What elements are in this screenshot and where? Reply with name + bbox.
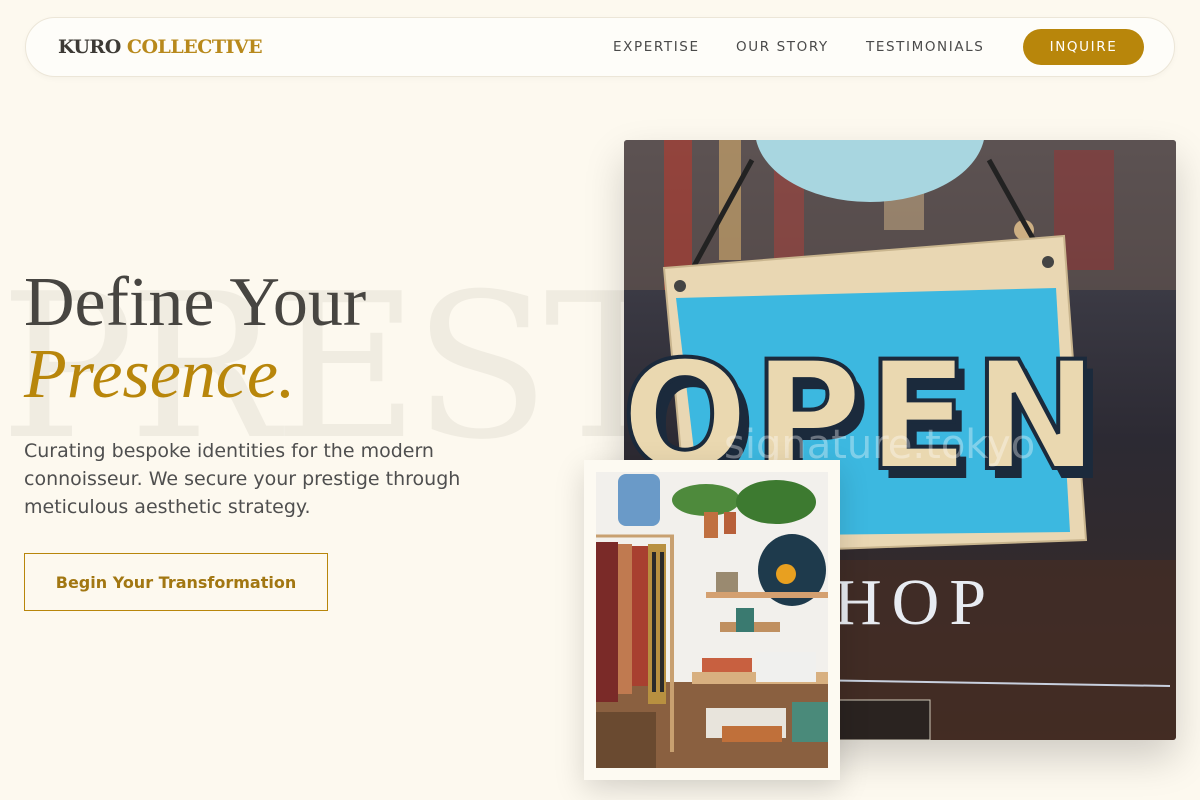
window-lettering-text: HOP	[834, 566, 996, 639]
hero-title-line1: Define Your	[24, 264, 367, 341]
boutique-photo-frame	[584, 460, 840, 780]
inquire-button[interactable]: INQUIRE	[1023, 29, 1144, 65]
top-navigation-bar: KURO COLLECTIVE EXPERTISE OUR STORY TEST…	[25, 17, 1175, 77]
begin-transformation-button[interactable]: Begin Your Transformation	[24, 553, 328, 611]
nav-link-expertise[interactable]: EXPERTISE	[613, 39, 700, 55]
brand-logo[interactable]: KURO COLLECTIVE	[58, 36, 263, 58]
boutique-interior-photo	[596, 472, 828, 768]
nav-link-testimonials[interactable]: TESTIMONIALS	[866, 39, 984, 55]
nav-link-our-story[interactable]: OUR STORY	[736, 39, 829, 55]
brand-logo-part2: COLLECTIVE	[126, 36, 263, 58]
hero-subtitle: Curating bespoke identities for the mode…	[24, 440, 461, 518]
brand-logo-part1: KURO	[58, 36, 121, 58]
hero-title-line2: Presence.	[24, 336, 296, 413]
